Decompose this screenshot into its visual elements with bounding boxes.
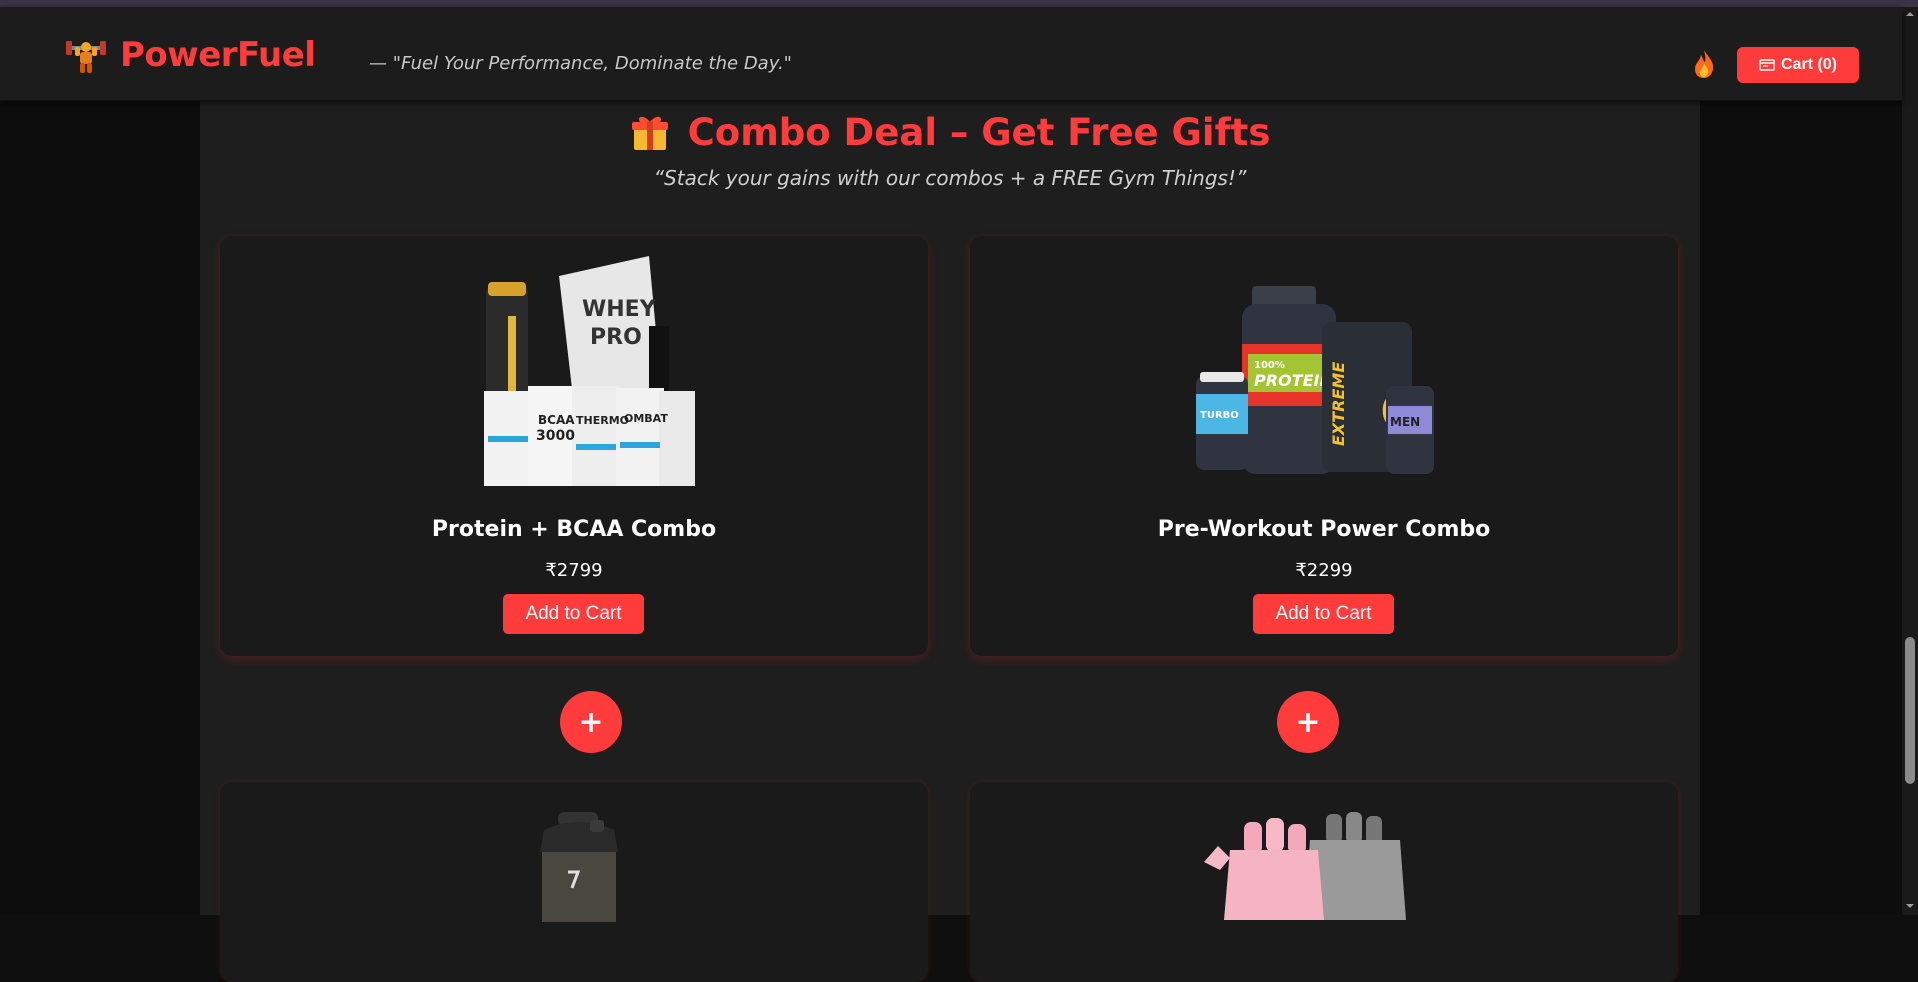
- svg-text:WHEY: WHEY: [582, 297, 657, 322]
- svg-text:PRO: PRO: [590, 325, 642, 350]
- product-card-protein-bcaa: WHEY PRO BCAA 3000 THERMO OMBAT Protein …: [220, 236, 928, 656]
- site-header: PowerFuel — "Fuel Your Performance, Domi…: [0, 7, 1902, 101]
- scroll-up-icon[interactable]: [1905, 9, 1915, 19]
- scroll-down-icon[interactable]: [1905, 901, 1915, 911]
- combo-section: Combo Deal – Get Free Gifts “Stack your …: [200, 100, 1700, 982]
- gift-icon: [631, 116, 668, 150]
- tagline: — "Fuel Your Performance, Dominate the D…: [369, 53, 792, 74]
- page-margin-right: [1700, 100, 1902, 915]
- brand-logo[interactable]: PowerFuel: [64, 33, 316, 77]
- preworkout-combo-image: 100% PROTEIN EXTREME 6 TURBO MEN: [1196, 286, 1434, 474]
- svg-text:PROTEIN: PROTEIN: [1254, 371, 1333, 390]
- product-price: ₹2299: [1295, 560, 1353, 581]
- gift-card-gloves: [970, 782, 1678, 982]
- product-card-preworkout: 100% PROTEIN EXTREME 6 TURBO MEN Pre-Wor…: [970, 236, 1678, 656]
- shaker-bottle-icon: [540, 812, 618, 922]
- plus-button[interactable]: +: [560, 691, 622, 753]
- cart-label: Cart (0): [1780, 56, 1837, 73]
- browser-top-strip: [0, 0, 1918, 7]
- product-name: Pre-Workout Power Combo: [1157, 517, 1491, 542]
- protein-bcaa-combo-image: WHEY PRO BCAA 3000 THERMO OMBAT: [484, 256, 695, 486]
- add-to-cart-button[interactable]: Add to Cart: [503, 594, 644, 634]
- svg-text:THERMO: THERMO: [576, 414, 629, 427]
- plus-button[interactable]: +: [1277, 691, 1339, 753]
- section-subtitle-wrap: “Stack your gains with our combos + a FR…: [200, 166, 1700, 190]
- flame-icon[interactable]: [1692, 49, 1716, 79]
- page-margin-left: [0, 100, 200, 915]
- section-subtitle: “Stack your gains with our combos + a FR…: [653, 166, 1247, 190]
- gym-gloves-icon: [1204, 812, 1406, 920]
- add-to-cart-button[interactable]: Add to Cart: [1253, 594, 1394, 634]
- product-name: Protein + BCAA Combo: [431, 517, 717, 542]
- section-heading: Combo Deal – Get Free Gifts: [200, 100, 1700, 164]
- svg-text:OMBAT: OMBAT: [624, 412, 668, 425]
- section-title: Combo Deal – Get Free Gifts: [687, 110, 1271, 154]
- svg-text:3000: 3000: [536, 428, 575, 444]
- scrollbar-thumb[interactable]: [1905, 637, 1915, 784]
- cart-icon: [1759, 59, 1775, 71]
- svg-text:MEN: MEN: [1390, 415, 1420, 429]
- svg-text:BCAA: BCAA: [538, 413, 575, 427]
- svg-text:100%: 100%: [1254, 360, 1285, 371]
- svg-text:TURBO: TURBO: [1200, 410, 1239, 421]
- brand-name: PowerFuel: [120, 35, 316, 75]
- svg-text:EXTREME: EXTREME: [1329, 362, 1348, 446]
- product-price: ₹2799: [545, 560, 603, 581]
- gift-card-shaker: [220, 782, 928, 982]
- weightlifter-icon: [66, 41, 106, 73]
- cart-button[interactable]: Cart (0): [1737, 47, 1859, 83]
